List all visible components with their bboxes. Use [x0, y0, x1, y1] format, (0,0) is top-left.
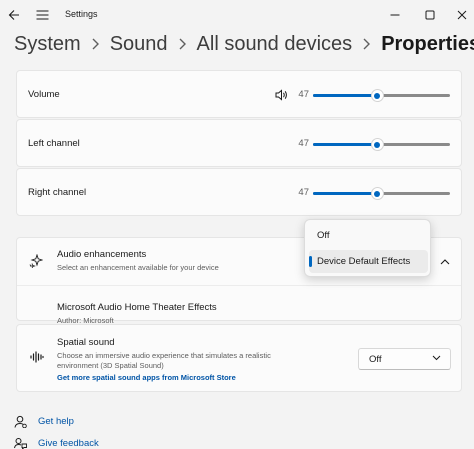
- spatial-sound-description: Choose an immersive audio experience tha…: [57, 351, 271, 370]
- app-title: Settings: [65, 9, 98, 19]
- audio-enhancements-dropdown-menu: Off Device Default Effects: [304, 219, 431, 277]
- navigation-menu-button[interactable]: [33, 4, 51, 26]
- dropdown-option-device-default-effects[interactable]: Device Default Effects: [309, 250, 428, 273]
- selection-indicator: [309, 256, 312, 267]
- effect-title: Microsoft Audio Home Theater Effects: [57, 302, 217, 313]
- give-feedback-text: Give feedback: [38, 437, 99, 449]
- slider-thumb[interactable]: [370, 138, 384, 151]
- volume-label: Volume: [28, 89, 60, 100]
- volume-slider[interactable]: [313, 89, 450, 102]
- slider-fill: [313, 192, 378, 195]
- right-channel-value: 47: [298, 187, 309, 198]
- minimize-button[interactable]: [385, 4, 405, 26]
- volume-value: 47: [298, 89, 309, 100]
- left-channel-label: Left channel: [28, 138, 80, 149]
- slider-thumb[interactable]: [370, 89, 384, 102]
- chevron-up-icon[interactable]: [440, 258, 450, 265]
- hamburger-menu-icon: [36, 10, 48, 20]
- title-bar: Settings: [0, 0, 474, 30]
- right-channel-card: Right channel 47: [16, 168, 462, 216]
- breadcrumb-sound[interactable]: Sound: [110, 33, 168, 56]
- get-help-text: Get help: [38, 415, 74, 427]
- option-label: Device Default Effects: [317, 256, 411, 267]
- maximize-button[interactable]: [420, 4, 440, 26]
- spatial-sound-title: Spatial sound: [57, 337, 115, 348]
- divider: [17, 285, 461, 286]
- audio-enhancements-title: Audio enhancements: [57, 249, 147, 260]
- close-button[interactable]: [452, 4, 472, 26]
- minimize-icon: [390, 14, 400, 16]
- slider-thumb[interactable]: [370, 187, 384, 200]
- microsoft-store-link[interactable]: Get more spatial sound apps from Microso…: [57, 373, 236, 382]
- chevron-right-icon: [178, 37, 187, 51]
- chevron-right-icon: [362, 37, 371, 51]
- right-channel-slider[interactable]: [313, 187, 450, 200]
- chevron-right-icon: [91, 37, 100, 51]
- spatial-sound-dropdown[interactable]: Off: [358, 348, 451, 370]
- maximize-icon: [425, 10, 435, 20]
- audio-enhancements-subtitle: Select an enhancement available for your…: [57, 263, 219, 272]
- close-icon: [457, 10, 467, 20]
- right-channel-label: Right channel: [28, 187, 87, 198]
- breadcrumb-system[interactable]: System: [14, 33, 81, 56]
- left-channel-slider[interactable]: [313, 138, 450, 151]
- back-arrow-icon: [8, 10, 19, 20]
- page-title: Properties: [381, 32, 474, 55]
- chevron-down-icon: [432, 355, 441, 361]
- get-help-link[interactable]: Get help: [14, 413, 74, 429]
- left-channel-value: 47: [298, 138, 309, 149]
- slider-fill: [313, 143, 378, 146]
- breadcrumb: System Sound All sound devices Propertie…: [14, 29, 474, 59]
- dropdown-option-off[interactable]: Off: [309, 224, 428, 247]
- feedback-icon: [14, 437, 27, 449]
- spatial-sound-selected-value: Off: [369, 354, 382, 365]
- give-feedback-link[interactable]: Give feedback: [14, 435, 99, 449]
- sparkle-icon: [29, 254, 43, 268]
- left-channel-card: Left channel 47: [16, 119, 462, 167]
- spatial-sound-card: Spatial sound Choose an immersive audio …: [16, 324, 462, 392]
- help-person-icon: [14, 415, 27, 428]
- volume-card: Volume 47: [16, 70, 462, 118]
- speaker-icon[interactable]: [275, 89, 288, 101]
- sound-wave-icon: [30, 351, 44, 363]
- option-label: Off: [317, 230, 330, 241]
- breadcrumb-all-sound-devices[interactable]: All sound devices: [197, 33, 353, 56]
- back-button[interactable]: [4, 4, 24, 26]
- slider-fill: [313, 94, 378, 97]
